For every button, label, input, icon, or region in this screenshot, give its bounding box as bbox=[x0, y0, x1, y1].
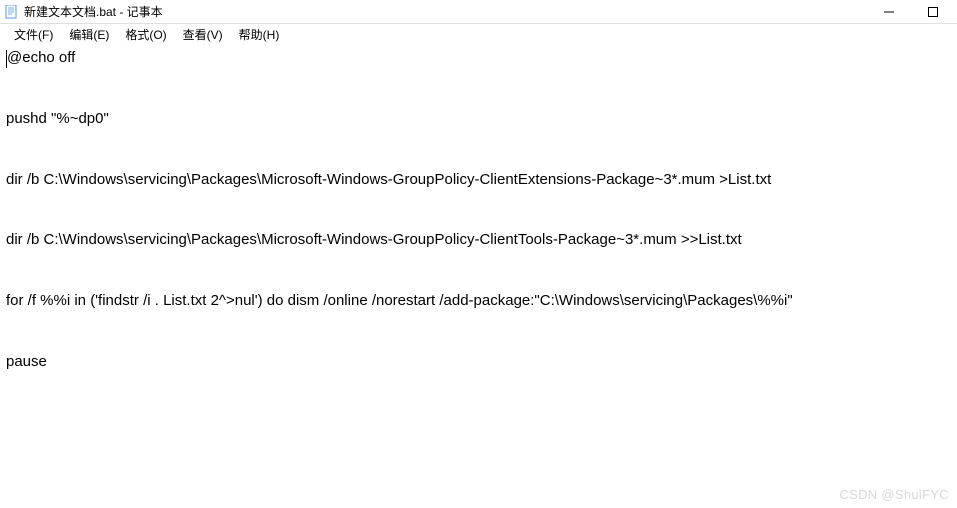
maximize-button[interactable] bbox=[921, 2, 945, 22]
menu-edit[interactable]: 编辑(E) bbox=[61, 26, 117, 43]
editor-line: @echo off bbox=[7, 49, 75, 66]
text-editor[interactable]: @echo off pushd "%~dp0" dir /b C:\Window… bbox=[0, 44, 957, 376]
menu-file[interactable]: 文件(F) bbox=[6, 26, 61, 43]
editor-line: pushd "%~dp0" bbox=[6, 110, 109, 127]
editor-line: for /f %%i in ('findstr /i . List.txt 2^… bbox=[6, 292, 793, 309]
editor-line: pause bbox=[6, 353, 47, 370]
minimize-button[interactable] bbox=[877, 2, 901, 22]
menu-format[interactable]: 格式(O) bbox=[117, 26, 174, 43]
window-controls bbox=[877, 2, 953, 22]
window-title: 新建文本文档.bat - 记事本 bbox=[24, 3, 877, 20]
notepad-icon bbox=[4, 4, 20, 20]
menu-help[interactable]: 帮助(H) bbox=[231, 26, 288, 43]
editor-line: dir /b C:\Windows\servicing\Packages\Mic… bbox=[6, 231, 742, 248]
watermark: CSDN @ShuiFYC bbox=[839, 487, 949, 502]
menu-view[interactable]: 查看(V) bbox=[175, 26, 231, 43]
text-caret bbox=[6, 50, 7, 68]
titlebar: 新建文本文档.bat - 记事本 bbox=[0, 0, 957, 24]
menubar: 文件(F) 编辑(E) 格式(O) 查看(V) 帮助(H) bbox=[0, 24, 957, 44]
editor-line: dir /b C:\Windows\servicing\Packages\Mic… bbox=[6, 171, 771, 188]
